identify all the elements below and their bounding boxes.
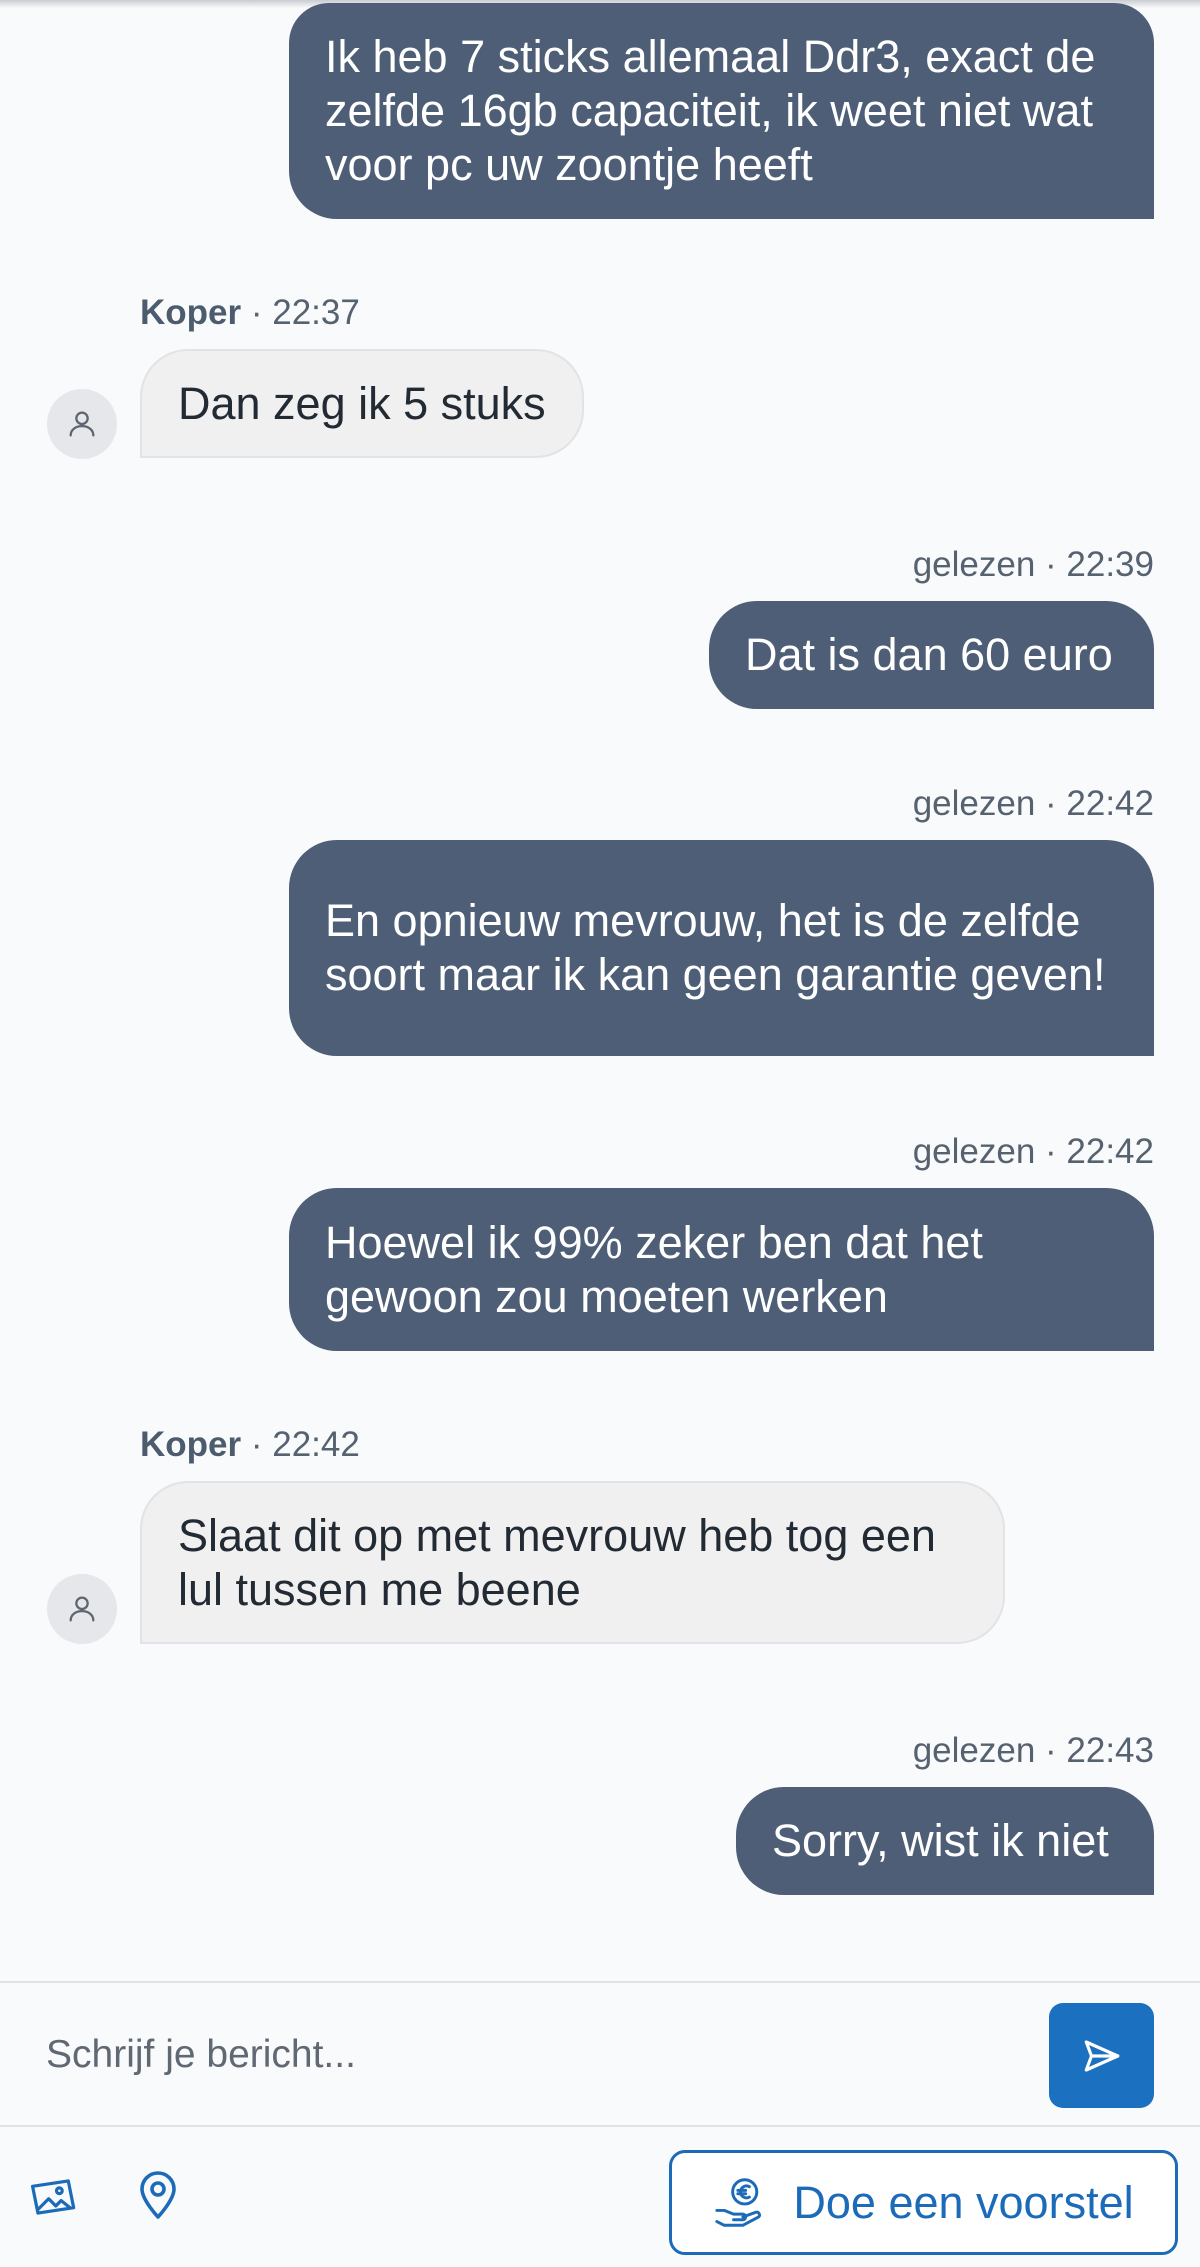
message-meta: gelezen · 22:43 xyxy=(913,1731,1154,1771)
message-bubble-outgoing: Dat is dan 60 euro xyxy=(709,601,1154,709)
avatar[interactable] xyxy=(47,389,117,459)
make-offer-label: Doe een voorstel xyxy=(793,2176,1134,2228)
message-time: 22:43 xyxy=(1066,1731,1154,1770)
meta-separator: · xyxy=(241,1425,273,1464)
avatar[interactable] xyxy=(47,1574,117,1644)
message-input[interactable] xyxy=(46,2015,1006,2095)
message-bubble-outgoing: En opnieuw mevrouw, het is de zelfde soo… xyxy=(289,840,1154,1056)
toolbar-divider xyxy=(0,2125,1200,2127)
read-status: gelezen xyxy=(912,1731,1036,1770)
meta-separator: · xyxy=(1035,1731,1067,1770)
sender-name: Koper xyxy=(140,293,242,332)
user-icon xyxy=(69,1596,95,1622)
read-status: gelezen xyxy=(912,1132,1036,1171)
location-button[interactable] xyxy=(126,2160,190,2230)
message-text: Ik heb 7 sticks allemaal Ddr3, exact de … xyxy=(325,31,1096,190)
message-meta: gelezen · 22:39 xyxy=(913,545,1154,585)
message-meta: Koper · 22:37 xyxy=(140,293,360,333)
send-button[interactable] xyxy=(1049,2003,1154,2108)
read-status: gelezen xyxy=(912,784,1036,823)
message-text: En opnieuw mevrouw, het is de zelfde soo… xyxy=(325,895,1106,1000)
make-offer-button[interactable]: Doe een voorstel xyxy=(669,2150,1178,2255)
message-meta: Koper · 22:42 xyxy=(140,1425,360,1465)
read-status: gelezen xyxy=(912,545,1036,584)
message-text: Hoewel ik 99% zeker ben dat het gewoon z… xyxy=(325,1216,983,1322)
location-pin-icon xyxy=(140,2171,176,2219)
image-icon xyxy=(30,2179,76,2215)
meta-separator: · xyxy=(1035,1132,1067,1171)
message-meta: gelezen · 22:42 xyxy=(913,1132,1154,1172)
message-bubble-outgoing: Sorry, wist ik niet xyxy=(736,1787,1154,1895)
meta-separator: · xyxy=(1035,784,1067,823)
meta-separator: · xyxy=(1035,545,1067,584)
message-text: Dat is dan 60 euro xyxy=(745,629,1113,680)
message-bubble-incoming: Dan zeg ik 5 stuks xyxy=(140,349,584,458)
message-bubble-outgoing: Ik heb 7 sticks allemaal Ddr3, exact de … xyxy=(289,3,1154,219)
message-time: 22:42 xyxy=(1066,1132,1154,1171)
message-time: 22:42 xyxy=(1066,784,1154,823)
chat-screen: Ik heb 7 sticks allemaal Ddr3, exact de … xyxy=(0,0,1200,2267)
composer-divider xyxy=(0,1981,1200,1983)
sender-name: Koper xyxy=(140,1425,242,1464)
message-text: Dan zeg ik 5 stuks xyxy=(178,377,546,429)
user-icon xyxy=(69,411,95,437)
message-time: 22:42 xyxy=(272,1425,360,1464)
hand-euro-icon xyxy=(715,2177,762,2227)
message-bubble-outgoing: Hoewel ik 99% zeker ben dat het gewoon z… xyxy=(289,1188,1154,1351)
message-time: 22:39 xyxy=(1066,545,1154,584)
message-bubble-incoming: Slaat dit op met mevrouw heb tog een lul… xyxy=(140,1481,1005,1644)
message-text: Slaat dit op met mevrouw heb tog een lul… xyxy=(178,1509,936,1615)
message-text: Sorry, wist ik niet xyxy=(772,1815,1109,1866)
send-icon xyxy=(1084,2039,1119,2072)
message-time: 22:37 xyxy=(272,293,360,332)
meta-separator: · xyxy=(241,293,273,332)
message-meta: gelezen · 22:42 xyxy=(913,784,1154,824)
photo-button[interactable] xyxy=(22,2165,86,2229)
